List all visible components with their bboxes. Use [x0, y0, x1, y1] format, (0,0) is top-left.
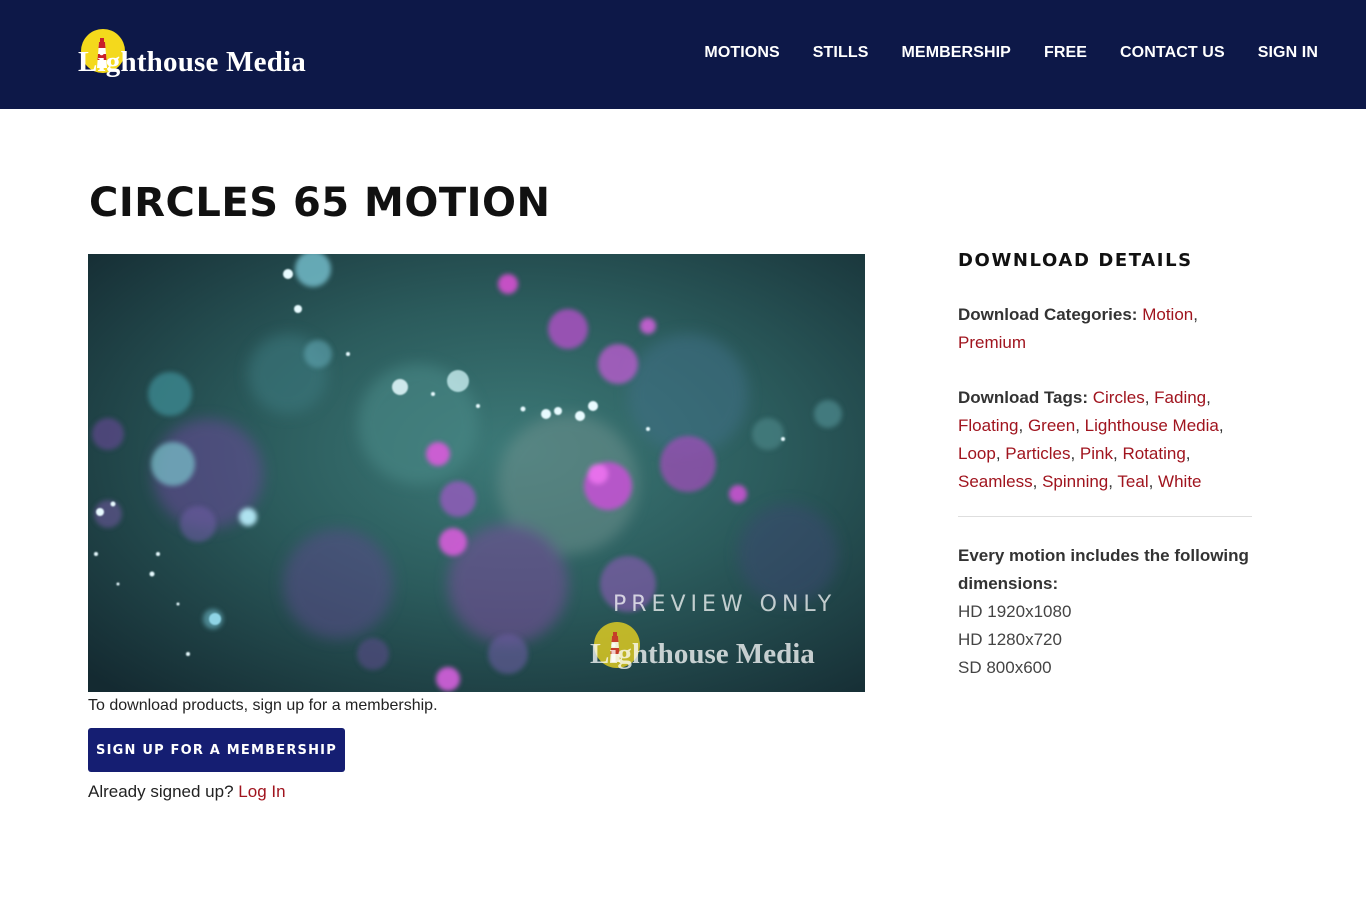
tag-link-seamless[interactable]: Seamless	[958, 472, 1033, 491]
main-nav: MOTIONS STILLS MEMBERSHIP FREE CONTACT U…	[704, 44, 1318, 62]
nav-contact-us[interactable]: CONTACT US	[1120, 44, 1225, 62]
category-link-premium[interactable]: Premium	[958, 333, 1026, 352]
tag-link-floating[interactable]: Floating	[958, 416, 1018, 435]
dimension-item: HD 1920x1080	[958, 602, 1072, 621]
site-logo[interactable]: Lighthouse Media	[78, 28, 328, 84]
site-header: Lighthouse Media MOTIONS STILLS MEMBERSH…	[0, 0, 1366, 109]
dimension-item: HD 1280x720	[958, 630, 1062, 649]
nav-free[interactable]: FREE	[1044, 44, 1087, 62]
logo-text: Lighthouse Media	[78, 46, 306, 78]
watermark-logo-text: Lighthouse Media	[590, 638, 815, 670]
tag-link-lighthouse-media[interactable]: Lighthouse Media	[1085, 416, 1219, 435]
download-categories: Download Categories: Motion, Premium	[958, 305, 1198, 352]
preview-watermark-text: PREVIEW ONLY	[613, 592, 837, 617]
preview-image: PREVIEW ONLY Lighthouse Media	[88, 254, 865, 692]
login-prompt: Already signed up? Log In	[88, 782, 286, 802]
tag-link-rotating[interactable]: Rotating	[1122, 444, 1185, 463]
tag-link-teal[interactable]: Teal	[1117, 472, 1148, 491]
tag-link-circles[interactable]: Circles	[1093, 388, 1145, 407]
nav-motions[interactable]: MOTIONS	[704, 44, 779, 62]
dimension-item: SD 800x600	[958, 658, 1052, 677]
already-signed-up-text: Already signed up?	[88, 782, 234, 801]
download-tags: Download Tags: Circles, Fading, Floating…	[958, 388, 1224, 491]
signup-membership-button[interactable]: SIGN UP FOR A MEMBERSHIP	[88, 728, 345, 772]
nav-membership[interactable]: MEMBERSHIP	[902, 44, 1011, 62]
page-title: CIRCLES 65 MOTION	[89, 180, 551, 226]
details-divider	[958, 516, 1252, 517]
download-details-heading: DOWNLOAD DETAILS	[958, 250, 1193, 271]
nav-sign-in[interactable]: SIGN IN	[1258, 44, 1318, 62]
tag-link-white[interactable]: White	[1158, 472, 1201, 491]
tag-link-spinning[interactable]: Spinning	[1042, 472, 1108, 491]
tag-link-green[interactable]: Green	[1028, 416, 1075, 435]
preview-watermark-logo: Lighthouse Media	[590, 620, 865, 680]
dimensions-label: Every motion includes the following dime…	[958, 546, 1249, 593]
categories-label: Download Categories:	[958, 305, 1138, 324]
dimensions-info: Every motion includes the following dime…	[958, 542, 1252, 682]
signup-note: To download products, sign up for a memb…	[88, 697, 438, 714]
tag-link-loop[interactable]: Loop	[958, 444, 996, 463]
tags-label: Download Tags:	[958, 388, 1089, 407]
login-link[interactable]: Log In	[238, 782, 285, 801]
category-link-motion[interactable]: Motion	[1142, 305, 1193, 324]
tag-link-pink[interactable]: Pink	[1080, 444, 1113, 463]
download-details: DOWNLOAD DETAILS Download Categories: Mo…	[958, 248, 1252, 682]
nav-stills[interactable]: STILLS	[813, 44, 869, 62]
tag-link-fading[interactable]: Fading	[1154, 388, 1206, 407]
tag-link-particles[interactable]: Particles	[1005, 444, 1070, 463]
